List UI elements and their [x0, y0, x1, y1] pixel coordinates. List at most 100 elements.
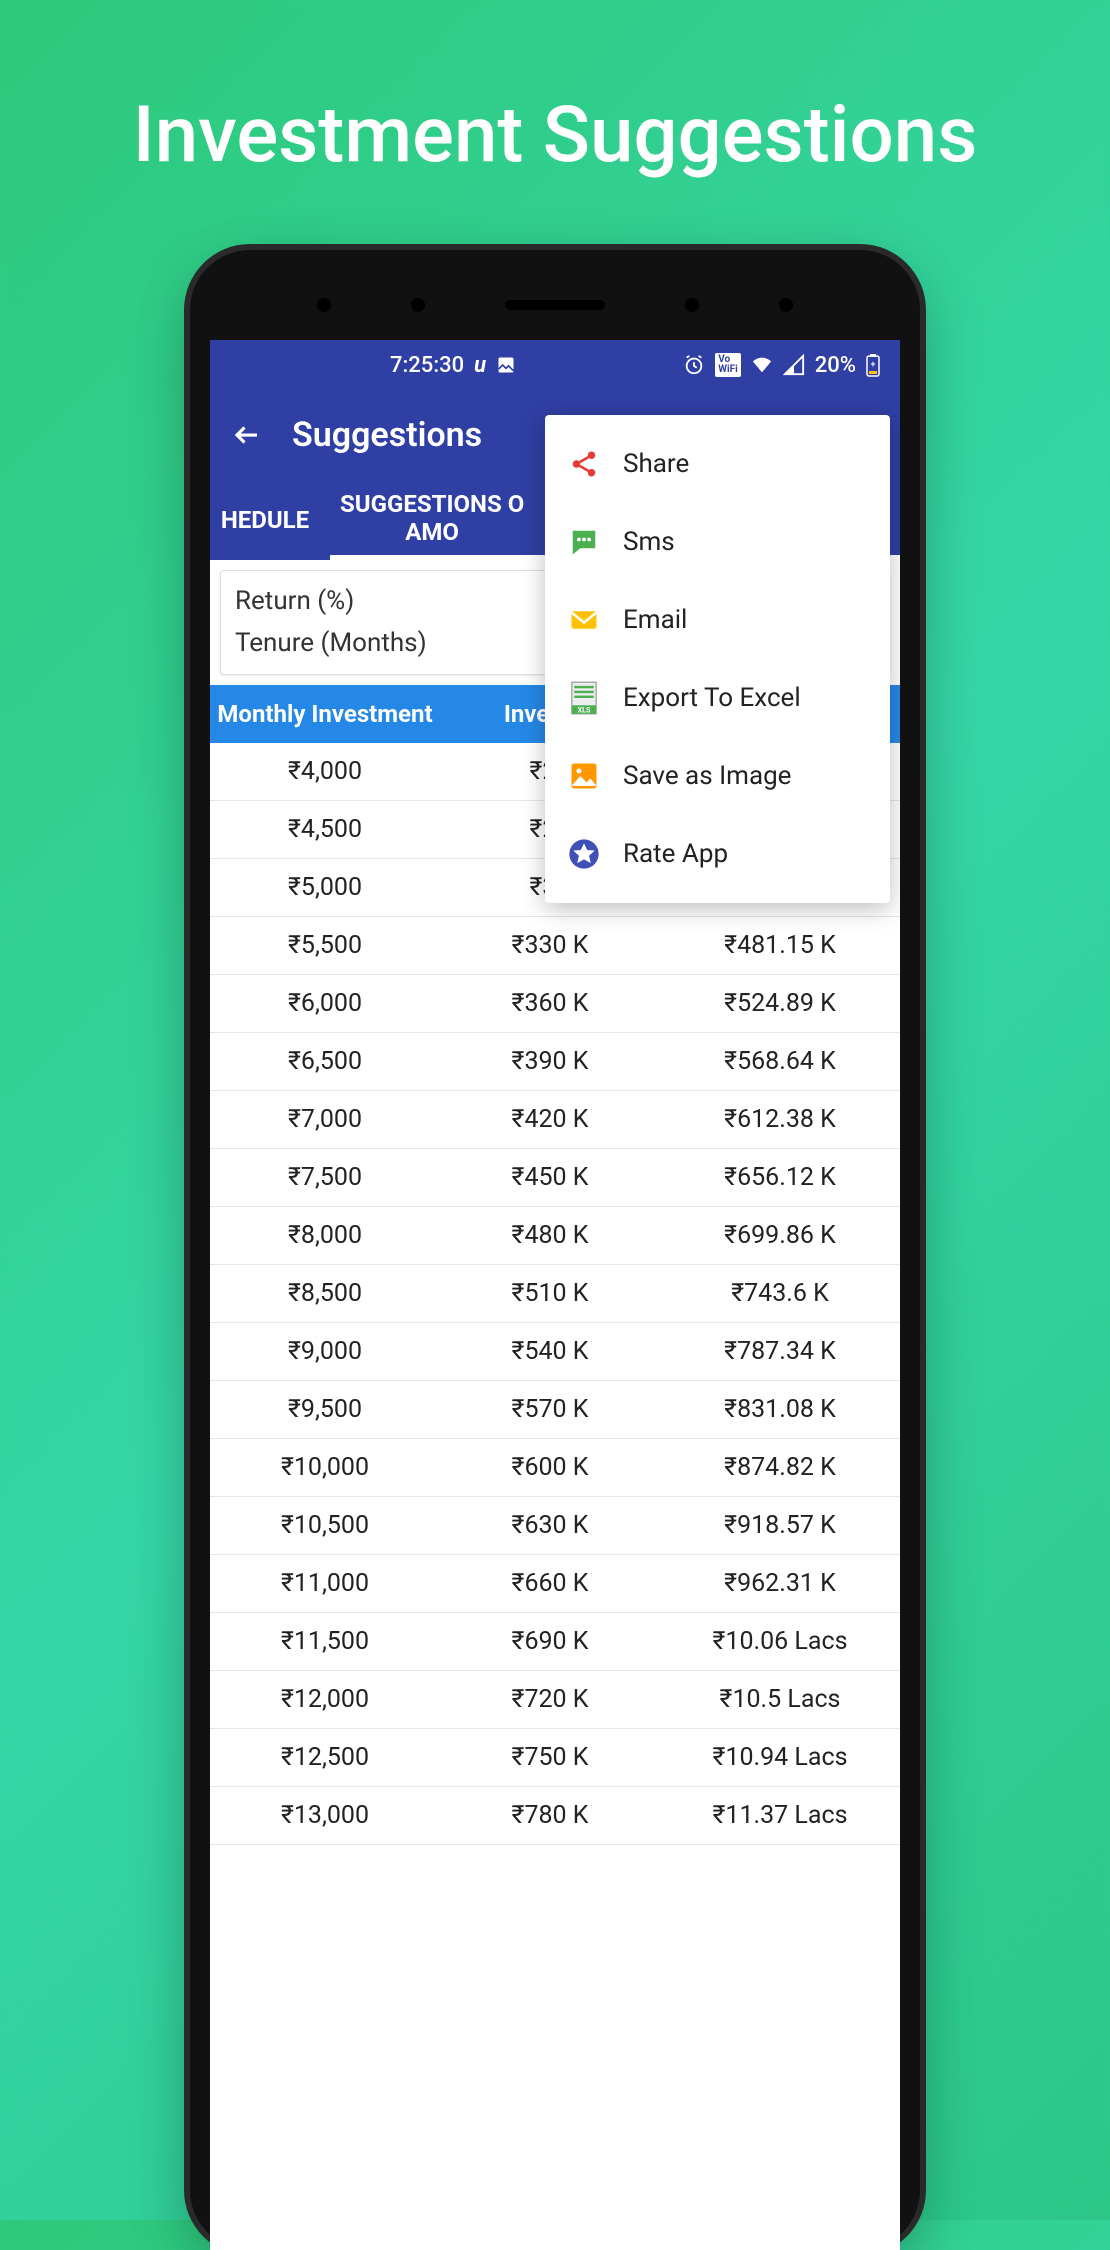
menu-export-excel[interactable]: XLS Export To Excel [545, 659, 890, 737]
menu-sms-label: Sms [623, 527, 675, 557]
cell-monthly: ₹10,000 [210, 1453, 440, 1482]
cell-monthly: ₹7,000 [210, 1105, 440, 1134]
cell-invested: ₹390 K [440, 1047, 660, 1076]
status-bar: 7:25:30 u VoWiFi 20% + [210, 340, 900, 390]
table-row[interactable]: ₹7,500₹450 K₹656.12 K [210, 1149, 900, 1207]
cell-monthly: ₹8,500 [210, 1279, 440, 1308]
cell-invested: ₹540 K [440, 1337, 660, 1366]
cell-monthly: ₹6,000 [210, 989, 440, 1018]
cell-monthly: ₹11,000 [210, 1569, 440, 1598]
cell-monthly: ₹12,000 [210, 1685, 440, 1714]
cell-invested: ₹480 K [440, 1221, 660, 1250]
cell-invested: ₹420 K [440, 1105, 660, 1134]
menu-save-image[interactable]: Save as Image [545, 737, 890, 815]
table-row[interactable]: ₹12,500₹750 K₹10.94 Lacs [210, 1729, 900, 1787]
cell-monthly: ₹4,500 [210, 815, 440, 844]
cell-monthly: ₹13,000 [210, 1801, 440, 1830]
cell-invested: ₹660 K [440, 1569, 660, 1598]
sms-icon [567, 525, 601, 559]
table-row[interactable]: ₹11,500₹690 K₹10.06 Lacs [210, 1613, 900, 1671]
menu-email-label: Email [623, 605, 687, 635]
cell-maturity: ₹524.89 K [660, 989, 900, 1018]
menu-rate-app[interactable]: Rate App [545, 815, 890, 893]
cell-maturity: ₹787.34 K [660, 1337, 900, 1366]
table-row[interactable]: ₹9,500₹570 K₹831.08 K [210, 1381, 900, 1439]
table-row[interactable]: ₹8,500₹510 K₹743.6 K [210, 1265, 900, 1323]
share-icon [567, 447, 601, 481]
table-body[interactable]: ₹4,000₹24₹4,500₹27₹5,000₹30₹5,500₹330 K₹… [210, 743, 900, 1845]
tab-schedule[interactable]: HEDULE [210, 506, 330, 534]
battery-percent: 20% [815, 353, 856, 378]
cell-maturity: ₹10.06 Lacs [660, 1627, 900, 1656]
cell-maturity: ₹962.31 K [660, 1569, 900, 1598]
overflow-menu: Share Sms Email XLS Export To Excel [545, 415, 890, 903]
table-row[interactable]: ₹5,500₹330 K₹481.15 K [210, 917, 900, 975]
cell-monthly: ₹9,500 [210, 1395, 440, 1424]
cell-invested: ₹690 K [440, 1627, 660, 1656]
appbar-title: Suggestions [292, 415, 482, 455]
phone-frame: 7:25:30 u VoWiFi 20% + [190, 250, 920, 2250]
cell-maturity: ₹699.86 K [660, 1221, 900, 1250]
menu-share[interactable]: Share [545, 425, 890, 503]
table-row[interactable]: ₹11,000₹660 K₹962.31 K [210, 1555, 900, 1613]
cell-maturity: ₹10.5 Lacs [660, 1685, 900, 1714]
cell-invested: ₹570 K [440, 1395, 660, 1424]
cell-maturity: ₹11.37 Lacs [660, 1801, 900, 1830]
menu-email[interactable]: Email [545, 581, 890, 659]
alarm-icon [683, 354, 705, 376]
cell-monthly: ₹12,500 [210, 1743, 440, 1772]
cell-monthly: ₹10,500 [210, 1511, 440, 1540]
cell-invested: ₹600 K [440, 1453, 660, 1482]
gallery-icon [496, 355, 516, 375]
cell-maturity: ₹918.57 K [660, 1511, 900, 1540]
cell-invested: ₹780 K [440, 1801, 660, 1830]
menu-image-label: Save as Image [623, 761, 791, 791]
image-icon [567, 759, 601, 793]
cell-invested: ₹750 K [440, 1743, 660, 1772]
cell-maturity: ₹612.38 K [660, 1105, 900, 1134]
email-icon [567, 603, 601, 637]
cell-monthly: ₹5,000 [210, 873, 440, 902]
page-title: Investment Suggestions [0, 0, 1110, 181]
cell-invested: ₹630 K [440, 1511, 660, 1540]
table-row[interactable]: ₹6,500₹390 K₹568.64 K [210, 1033, 900, 1091]
star-icon [567, 837, 601, 871]
cell-monthly: ₹6,500 [210, 1047, 440, 1076]
cell-monthly: ₹7,500 [210, 1163, 440, 1192]
status-time: 7:25:30 [390, 353, 464, 378]
table-row[interactable]: ₹13,000₹780 K₹11.37 Lacs [210, 1787, 900, 1845]
table-row[interactable]: ₹9,000₹540 K₹787.34 K [210, 1323, 900, 1381]
cell-maturity: ₹831.08 K [660, 1395, 900, 1424]
menu-rate-label: Rate App [623, 839, 728, 869]
cell-invested: ₹450 K [440, 1163, 660, 1192]
menu-sms[interactable]: Sms [545, 503, 890, 581]
phone-screen: 7:25:30 u VoWiFi 20% + [210, 340, 900, 2250]
cell-invested: ₹510 K [440, 1279, 660, 1308]
cell-maturity: ₹481.15 K [660, 931, 900, 960]
signal-icon [783, 354, 805, 376]
table-row[interactable]: ₹8,000₹480 K₹699.86 K [210, 1207, 900, 1265]
table-row[interactable]: ₹10,000₹600 K₹874.82 K [210, 1439, 900, 1497]
menu-share-label: Share [623, 449, 689, 479]
svg-text:XLS: XLS [577, 706, 591, 715]
cell-invested: ₹720 K [440, 1685, 660, 1714]
back-button[interactable] [232, 420, 262, 450]
cell-monthly: ₹5,500 [210, 931, 440, 960]
table-row[interactable]: ₹6,000₹360 K₹524.89 K [210, 975, 900, 1033]
cell-maturity: ₹874.82 K [660, 1453, 900, 1482]
table-row[interactable]: ₹7,000₹420 K₹612.38 K [210, 1091, 900, 1149]
cell-maturity: ₹656.12 K [660, 1163, 900, 1192]
vowifi-icon: VoWiFi [715, 353, 741, 377]
excel-icon: XLS [567, 681, 601, 715]
table-row[interactable]: ₹12,000₹720 K₹10.5 Lacs [210, 1671, 900, 1729]
cell-maturity: ₹568.64 K [660, 1047, 900, 1076]
wifi-icon [751, 354, 773, 376]
cell-monthly: ₹4,000 [210, 757, 440, 786]
cell-maturity: ₹10.94 Lacs [660, 1743, 900, 1772]
header-monthly-investment: Monthly Investment [210, 700, 440, 728]
cell-invested: ₹360 K [440, 989, 660, 1018]
cell-monthly: ₹11,500 [210, 1627, 440, 1656]
menu-excel-label: Export To Excel [623, 683, 801, 713]
table-row[interactable]: ₹10,500₹630 K₹918.57 K [210, 1497, 900, 1555]
cell-maturity: ₹743.6 K [660, 1279, 900, 1308]
